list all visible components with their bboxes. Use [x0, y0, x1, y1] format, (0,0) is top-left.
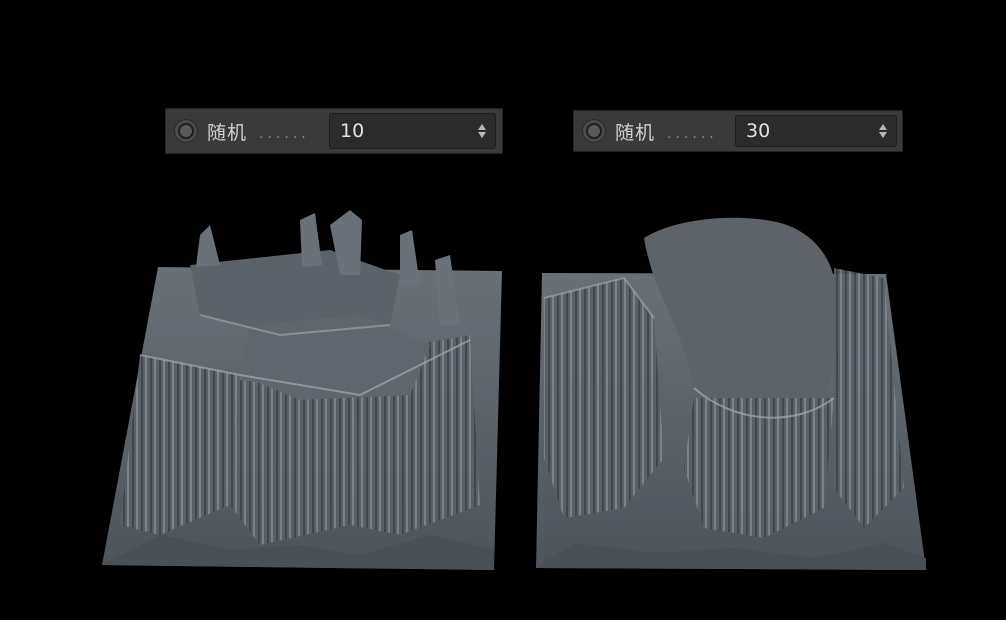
param-dotted-leader: ......: [259, 126, 310, 142]
terrain-render-seed-30: [536, 217, 926, 570]
random-seed-field[interactable]: 30: [735, 115, 897, 147]
terrain-render-seed-10: [102, 210, 502, 570]
up-down-stepper-icon[interactable]: [876, 120, 890, 142]
param-dotted-leader: ......: [667, 126, 718, 142]
random-param-row-right: 随机 ...... 30: [573, 110, 903, 152]
keyframe-circle-icon[interactable]: [582, 119, 606, 143]
random-seed-value[interactable]: 30: [746, 120, 876, 142]
random-param-label: 随机: [207, 121, 248, 144]
random-param-row-left: 随机 ...... 10: [165, 108, 503, 154]
random-param-label: 随机: [615, 121, 656, 144]
up-down-stepper-icon[interactable]: [475, 120, 489, 142]
keyframe-circle-icon[interactable]: [174, 119, 198, 143]
random-seed-field[interactable]: 10: [329, 113, 496, 149]
random-seed-value[interactable]: 10: [340, 120, 475, 142]
